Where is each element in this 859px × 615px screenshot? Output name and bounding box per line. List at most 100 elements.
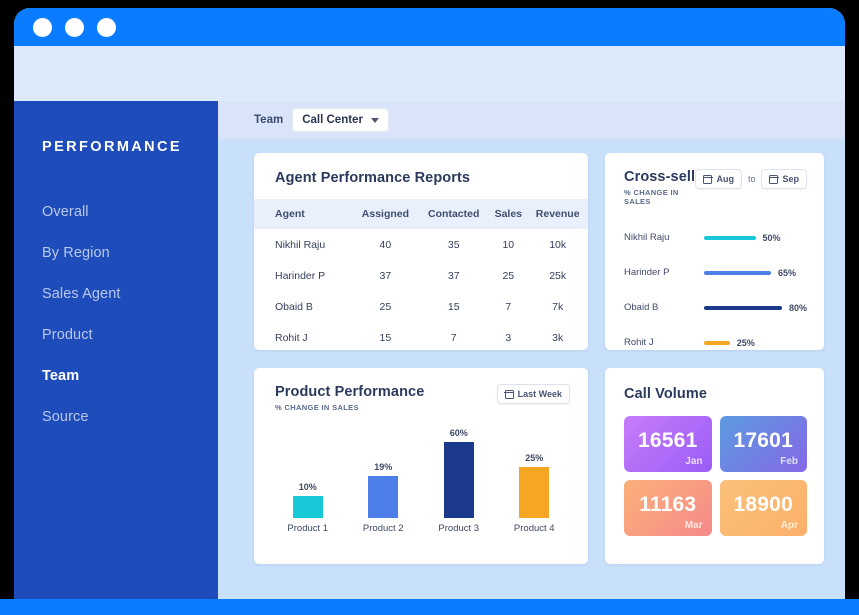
- product-bar: [519, 467, 550, 518]
- calendar-icon: [703, 174, 713, 184]
- call-volume-tile-apr[interactable]: 18900 Apr: [719, 480, 807, 536]
- agent-performance-title: Agent Performance Reports: [275, 170, 471, 186]
- table-row[interactable]: Rohit J 15 7 3 3k: [254, 322, 588, 350]
- cell-assigned: 40: [379, 238, 392, 251]
- agent-performance-card: Agent Performance Reports Agent Assigned…: [254, 153, 588, 350]
- window-close-dot[interactable]: [33, 17, 52, 37]
- call-volume-month: Jan: [685, 456, 703, 467]
- date-range-to-label: Sep: [782, 174, 799, 184]
- call-volume-tile-mar[interactable]: 11163 Mar: [624, 480, 712, 536]
- team-select-value: Call Center: [302, 114, 363, 126]
- team-select[interactable]: Call Center: [292, 108, 389, 132]
- cross-sell-bar: [704, 270, 771, 275]
- product-performance-heading-group: Product Performance % CHANGE IN SALES: [275, 384, 424, 412]
- call-volume-month: Apr: [780, 520, 798, 531]
- sidebar-brand: PERFORMANCE: [42, 139, 182, 155]
- cross-sell-value: 65%: [777, 267, 796, 278]
- cross-sell-card: Cross-sell % CHANGE IN SALES Aug to Sep …: [605, 153, 824, 350]
- window-titlebar: [14, 8, 845, 46]
- cell-agent: Rohit J: [275, 331, 308, 344]
- window-minimize-dot[interactable]: [65, 17, 84, 37]
- product-performance-chart: 10% Product 1 19% Product 2 60% Product …: [254, 422, 588, 534]
- table-row[interactable]: Nikhil Raju 40 35 10 10k: [254, 229, 588, 260]
- product-bar-column: 25% Product 4: [502, 453, 566, 534]
- cross-sell-agent-name: Nikhil Raju: [624, 232, 670, 243]
- cell-sales: 10: [502, 238, 515, 251]
- date-range-from-button[interactable]: Aug: [695, 169, 742, 189]
- call-volume-header: Call Volume: [605, 368, 824, 402]
- call-volume-tile-jan[interactable]: 16561 Jan: [624, 416, 712, 472]
- sidebar-item-overall[interactable]: Overall: [42, 191, 218, 232]
- last-week-button[interactable]: Last Week: [496, 384, 570, 404]
- cross-sell-row: Rohit J 25%: [624, 325, 807, 350]
- date-range-from-label: Aug: [716, 174, 734, 184]
- main-content: Team Call Center Agent Performance Repor…: [218, 101, 845, 607]
- sidebar-nav: Overall By Region Sales Agent Product Te…: [42, 191, 218, 437]
- product-bar-label: Product 1: [287, 523, 329, 534]
- cross-sell-row: Nikhil Raju 50%: [624, 220, 807, 255]
- cross-sell-value: 80%: [788, 302, 807, 313]
- cross-sell-date-range: Aug to Sep: [695, 169, 807, 189]
- sidebar-item-product[interactable]: Product: [42, 314, 218, 355]
- call-volume-month: Mar: [684, 520, 703, 531]
- call-volume-tiles: 16561 Jan 17601 Feb 11163 Mar 18900 Apr: [605, 402, 824, 536]
- cross-sell-bar-track: 65%: [704, 268, 807, 278]
- browser-window: PERFORMANCE Overall By Region Sales Agen…: [14, 8, 845, 607]
- product-bar-value: 25%: [525, 453, 544, 463]
- cell-contacted: 7: [450, 331, 457, 344]
- product-bar-value: 19%: [374, 462, 393, 472]
- agent-performance-table: Agent Assigned Contacted Sales Revenue N…: [254, 199, 588, 350]
- product-bar-column: 19% Product 2: [351, 462, 415, 534]
- last-week-label: Last Week: [517, 389, 562, 399]
- sidebar-item-sales-agent[interactable]: Sales Agent: [42, 273, 218, 314]
- app-root: PERFORMANCE Overall By Region Sales Agen…: [14, 101, 845, 607]
- product-performance-subtitle: % CHANGE IN SALES: [275, 403, 359, 412]
- product-performance-title: Product Performance: [275, 384, 425, 400]
- cell-sales: 25: [502, 269, 515, 282]
- date-range-separator: to: [747, 174, 756, 184]
- window-maximize-dot[interactable]: [97, 17, 116, 37]
- table-row[interactable]: Obaid B 25 15 7 7k: [254, 291, 588, 322]
- table-row[interactable]: Harinder P 37 37 25 25k: [254, 260, 588, 291]
- cell-revenue: 25k: [549, 269, 567, 282]
- cross-sell-header: Cross-sell % CHANGE IN SALES Aug to Sep: [605, 153, 824, 206]
- cell-sales: 7: [505, 300, 512, 313]
- cross-sell-bar-track: 80%: [704, 303, 807, 313]
- cell-agent: Harinder P: [275, 269, 326, 282]
- table-header-row: Agent Assigned Contacted Sales Revenue: [254, 199, 588, 229]
- sidebar-item-by-region[interactable]: By Region: [42, 232, 218, 273]
- content-topbar: Team Call Center: [218, 101, 845, 139]
- cross-sell-bar-track: 25%: [704, 338, 807, 348]
- cross-sell-heading-group: Cross-sell % CHANGE IN SALES: [624, 169, 695, 206]
- col-assigned: Assigned: [361, 208, 410, 220]
- call-volume-value: 17601: [733, 429, 793, 452]
- cell-assigned: 37: [379, 269, 392, 282]
- col-contacted: Contacted: [428, 208, 480, 220]
- cross-sell-bar-track: 50%: [704, 233, 807, 243]
- browser-chrome-band: [14, 46, 845, 101]
- col-sales: Sales: [494, 208, 523, 220]
- sidebar: PERFORMANCE Overall By Region Sales Agen…: [14, 101, 218, 607]
- chevron-down-icon: [370, 117, 379, 123]
- cross-sell-value: 25%: [736, 337, 755, 348]
- col-agent: Agent: [275, 208, 305, 220]
- cross-sell-bars: Nikhil Raju 50% Harinder P 65% Obaid B 8…: [605, 206, 824, 350]
- product-bar-label: Product 3: [438, 523, 480, 534]
- agent-performance-header: Agent Performance Reports: [254, 153, 588, 199]
- sidebar-item-source[interactable]: Source: [42, 396, 218, 437]
- product-performance-card: Product Performance % CHANGE IN SALES La…: [254, 368, 588, 564]
- product-bar-label: Product 2: [362, 523, 404, 534]
- sidebar-item-team[interactable]: Team: [42, 355, 218, 396]
- cross-sell-row: Harinder P 65%: [624, 255, 807, 290]
- table-body: Nikhil Raju 40 35 10 10k Harinder P 37 3…: [254, 229, 588, 350]
- date-range-to-button[interactable]: Sep: [761, 169, 807, 189]
- cross-sell-bar: [704, 235, 756, 240]
- cross-sell-agent-name: Rohit J: [624, 337, 654, 348]
- cell-assigned: 25: [379, 300, 392, 313]
- cross-sell-title: Cross-sell: [624, 169, 696, 185]
- cross-sell-agent-name: Obaid B: [624, 302, 659, 313]
- call-volume-tile-feb[interactable]: 17601 Feb: [719, 416, 807, 472]
- call-volume-month: Feb: [780, 456, 798, 467]
- call-volume-title: Call Volume: [624, 386, 708, 402]
- cell-contacted: 37: [447, 269, 460, 282]
